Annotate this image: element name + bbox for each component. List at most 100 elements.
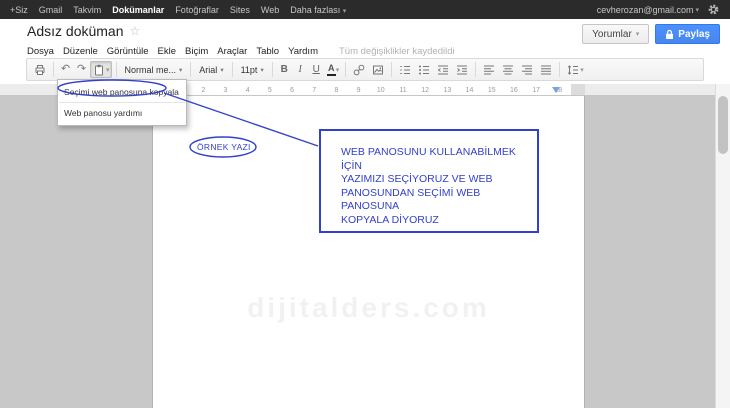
redo-icon: ↷: [77, 64, 86, 75]
ruler-number: 13: [436, 86, 458, 95]
comments-label: Yorumlar: [592, 29, 632, 40]
undo-button[interactable]: ↶: [58, 61, 73, 78]
chevron-down-icon: ▾: [179, 66, 182, 74]
topbar-link-photos[interactable]: Fotoğraflar: [175, 5, 219, 15]
justify-button[interactable]: [537, 61, 555, 78]
font-size-value: 11pt: [241, 65, 258, 75]
account-menu[interactable]: cevherozan@gmail.com ▾: [597, 5, 699, 15]
topbar-link-plus-you[interactable]: +Siz: [10, 5, 28, 15]
watermark: dijitalders.com: [153, 292, 584, 324]
justify-icon: [539, 63, 553, 77]
font-value: Arial: [199, 65, 217, 75]
ruler-number: 8: [325, 86, 347, 95]
toolbar-separator: [116, 62, 117, 77]
ruler-number: 6: [281, 86, 303, 95]
text-color-icon: A: [327, 64, 336, 76]
document-page[interactable]: ÖRNEK YAZI WEB PANOSUNU KULLANABİLMEK İÇ…: [152, 96, 585, 408]
menu-table[interactable]: Tablo: [256, 46, 279, 57]
ruler-number: 14: [458, 86, 480, 95]
ruler-number: 7: [303, 86, 325, 95]
topbar-link-more[interactable]: Daha fazlası ▾: [290, 5, 346, 15]
menu-tools[interactable]: Araçlar: [217, 46, 247, 57]
insert-image-button[interactable]: [369, 61, 387, 78]
chevron-down-icon: ▾: [260, 66, 263, 74]
font-size-dropdown[interactable]: 11pt ▾: [237, 61, 268, 78]
ruler-number: 10: [370, 86, 392, 95]
chevron-down-icon: ▾: [106, 66, 110, 74]
line-spacing-button[interactable]: ▾: [564, 61, 586, 78]
scrollbar-thumb[interactable]: [718, 96, 728, 154]
indent-icon: [455, 63, 469, 77]
menu-divider: [59, 102, 185, 103]
insert-link-button[interactable]: [350, 61, 368, 78]
menu-insert[interactable]: Ekle: [158, 46, 176, 57]
bold-button[interactable]: B: [277, 61, 292, 78]
share-label: Paylaş: [678, 29, 710, 40]
document-header: Adsız doküman ☆ Yorumlar ▾ Paylaş: [0, 19, 730, 44]
toolbar-separator: [559, 62, 560, 77]
google-bar: +Siz Gmail Takvim Dokümanlar Fotoğraflar…: [0, 0, 730, 19]
right-indent-marker[interactable]: [552, 87, 560, 93]
toolbar: ↶ ↷ ▾ Normal me... ▾ Arial ▾ 11pt ▾ B I …: [26, 58, 704, 81]
menu-view[interactable]: Görüntüle: [107, 46, 149, 57]
italic-button[interactable]: I: [293, 61, 308, 78]
topbar-link-web[interactable]: Web: [261, 5, 279, 15]
print-button[interactable]: [31, 61, 49, 78]
chevron-down-icon: ▾: [336, 66, 340, 74]
align-left-button[interactable]: [480, 61, 498, 78]
bulleted-list-icon: [417, 63, 431, 77]
ruler-number: 3: [214, 86, 236, 95]
document-area: ÖRNEK YAZI WEB PANOSUNU KULLANABİLMEK İÇ…: [0, 96, 715, 408]
topbar-link-gmail[interactable]: Gmail: [39, 5, 63, 15]
toolbar-separator: [53, 62, 54, 77]
topbar-link-calendar[interactable]: Takvim: [73, 5, 101, 15]
clipboard-icon: [92, 63, 106, 77]
star-icon[interactable]: ☆: [130, 24, 141, 38]
bold-label: B: [281, 64, 288, 75]
settings-gear-icon[interactable]: [707, 3, 720, 16]
menu-item-copy-selection-to-web-clipboard[interactable]: Seçimi web panosuna kopyala: [58, 83, 186, 101]
align-right-icon: [520, 63, 534, 77]
image-icon: [371, 63, 385, 77]
toolbar-separator: [272, 62, 273, 77]
styles-dropdown[interactable]: Normal me... ▾: [121, 61, 187, 78]
menu-file[interactable]: Dosya: [27, 46, 54, 57]
font-dropdown[interactable]: Arial ▾: [195, 61, 227, 78]
comments-button[interactable]: Yorumlar ▾: [582, 24, 649, 44]
vertical-scrollbar[interactable]: [715, 84, 730, 408]
numbered-list-button[interactable]: [396, 61, 414, 78]
toolbar-separator: [475, 62, 476, 77]
menu-item-web-clipboard-help[interactable]: Web panosu yardımı: [58, 104, 186, 122]
topbar-link-documents[interactable]: Dokümanlar: [112, 5, 164, 15]
web-clipboard-button[interactable]: ▾: [90, 61, 112, 78]
share-button[interactable]: Paylaş: [655, 24, 720, 44]
align-center-icon: [501, 63, 515, 77]
text-color-button[interactable]: A ▾: [325, 61, 342, 78]
align-center-button[interactable]: [499, 61, 517, 78]
numbered-list-icon: [398, 63, 412, 77]
topbar-link-sites[interactable]: Sites: [230, 5, 250, 15]
google-bar-account-area: cevherozan@gmail.com ▾: [597, 3, 720, 16]
sample-text: ÖRNEK YAZI: [197, 142, 251, 152]
toolbar-separator: [232, 62, 233, 77]
redo-button[interactable]: ↷: [74, 61, 89, 78]
underline-button[interactable]: U: [309, 61, 324, 78]
ruler-number: 4: [237, 86, 259, 95]
decrease-indent-button[interactable]: [434, 61, 452, 78]
outdent-icon: [436, 63, 450, 77]
menu-edit[interactable]: Düzenle: [63, 46, 98, 57]
more-label: Daha fazlası: [290, 5, 340, 15]
menu-help[interactable]: Yardım: [288, 46, 318, 57]
header-buttons: Yorumlar ▾ Paylaş: [582, 24, 720, 44]
underline-label: U: [313, 64, 320, 75]
menu-format[interactable]: Biçim: [185, 46, 208, 57]
document-title[interactable]: Adsız doküman: [27, 23, 124, 39]
increase-indent-button[interactable]: [453, 61, 471, 78]
web-clipboard-menu: Seçimi web panosuna kopyala Web panosu y…: [57, 79, 187, 126]
chevron-down-icon: ▾: [220, 66, 223, 74]
bulleted-list-button[interactable]: [415, 61, 433, 78]
align-right-button[interactable]: [518, 61, 536, 78]
chevron-down-icon: ▾: [695, 6, 699, 14]
print-icon: [33, 63, 47, 77]
chevron-down-icon: ▾: [636, 30, 640, 38]
